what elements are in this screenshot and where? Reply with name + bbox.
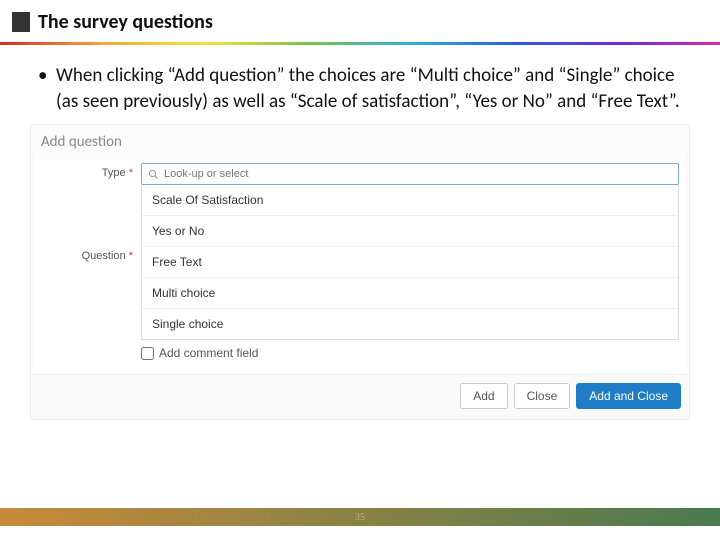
comment-checkbox[interactable] [141,347,154,360]
dropdown-search-input[interactable] [164,168,672,180]
dropdown-option[interactable]: Multi choice [142,278,678,309]
page-number: 35 [355,512,365,523]
dropdown-search-box[interactable] [141,163,679,185]
type-required-asterisk: * [129,167,133,179]
modal-form: Type * Scale Of Satisfaction Yes or No F… [33,159,687,374]
type-row: Type * Scale Of Satisfaction Yes or No F… [41,163,679,364]
type-dropdown[interactable]: Scale Of Satisfaction Yes or No Free Tex… [141,163,679,364]
dropdown-list: Scale Of Satisfaction Yes or No Free Tex… [141,185,679,340]
question-row: Question * [41,246,141,262]
screenshot-panel: Add question Type * Scale Of Satisfactio… [0,124,720,420]
dropdown-option[interactable]: Scale Of Satisfaction [142,185,678,216]
comment-checkbox-row: Add comment field [141,340,679,364]
question-label: Question * [41,246,141,262]
bullet-text: When clicking “Add question” the choices… [56,63,680,114]
slide-title-row: The survey questions [0,0,720,40]
add-and-close-button[interactable]: Add and Close [576,383,681,409]
type-label: Type * [41,163,141,179]
modal-title: Add question [33,127,687,159]
slide-footer: 35 [0,508,720,526]
question-required-asterisk: * [129,250,133,262]
dropdown-option[interactable]: Single choice [142,309,678,339]
search-icon [148,169,159,180]
dropdown-option[interactable]: Yes or No [142,216,678,247]
title-accent-block [12,12,30,32]
close-button[interactable]: Close [514,383,571,409]
add-button[interactable]: Add [460,383,507,409]
dropdown-option[interactable]: Free Text [142,247,678,278]
slide-title: The survey questions [38,10,213,34]
comment-checkbox-label: Add comment field [159,346,258,360]
type-label-text: Type [102,167,126,179]
modal-frame: Add question Type * Scale Of Satisfactio… [30,124,690,420]
modal-button-row: Add Close Add and Close [33,374,687,417]
question-label-text: Question [82,250,126,262]
bullet-paragraph: • When clicking “Add question” the choic… [0,45,720,124]
bullet-dot: • [38,63,56,114]
